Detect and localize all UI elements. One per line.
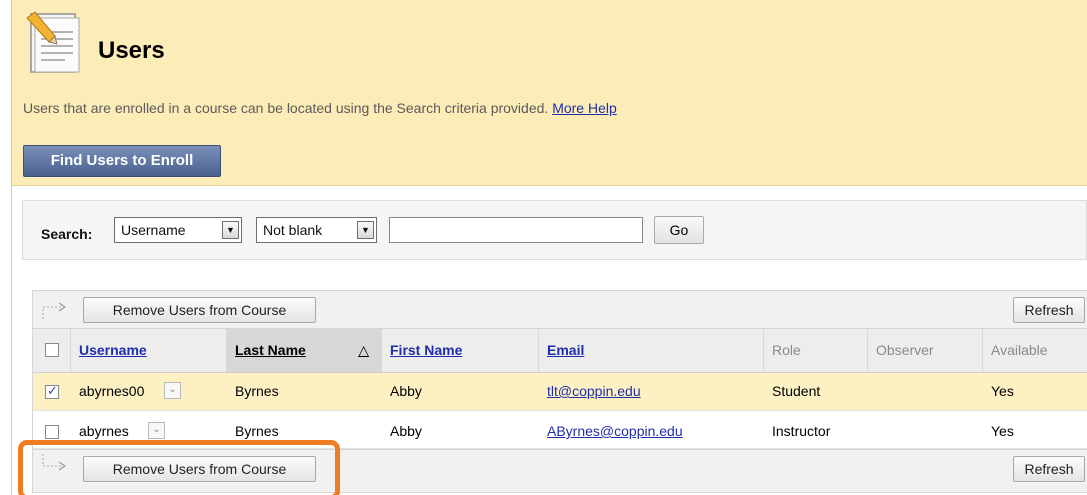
refresh-button-bottom[interactable]: Refresh — [1013, 456, 1085, 482]
column-header-role: Role — [764, 329, 868, 372]
table-row: abyrnes00 ⌄ Byrnes Abby tlt@coppin.edu S… — [33, 373, 1087, 411]
chevron-down-icon[interactable]: ⌄ — [148, 422, 165, 439]
go-button[interactable]: Go — [654, 216, 704, 244]
highlight-outline — [18, 440, 340, 495]
email-link[interactable]: tlt@coppin.edu — [547, 383, 641, 399]
search-panel: Search: Username ▼ Not blank ▼ Go — [22, 200, 1087, 260]
find-users-to-enroll-button[interactable]: Find Users to Enroll — [23, 145, 221, 177]
search-label: Search: — [41, 226, 93, 242]
refresh-button-top[interactable]: Refresh — [1013, 297, 1085, 323]
remove-users-button-top[interactable]: Remove Users from Course — [83, 297, 316, 323]
column-header-first-name[interactable]: First Name — [382, 329, 539, 372]
last-name-cell: Byrnes — [235, 383, 279, 399]
column-header-last-name[interactable]: Last Name △ — [227, 329, 382, 372]
column-header-email[interactable]: Email — [539, 329, 764, 372]
table-header: Username Last Name △ First Name Email Rol… — [33, 329, 1087, 373]
select-all-header — [33, 329, 71, 372]
username-cell: abyrnes00 — [79, 383, 145, 399]
email-cell: tlt@coppin.edu — [547, 373, 641, 409]
email-cell: AByrnes@coppin.edu — [547, 413, 683, 448]
chevron-down-icon[interactable]: ⌄ — [164, 382, 181, 399]
sort-ascending-icon: △ — [358, 342, 369, 358]
search-operator-value: Not blank — [263, 222, 323, 238]
role-cell: Instructor — [772, 423, 831, 439]
search-field-value: Username — [121, 222, 186, 238]
select-all-checkbox[interactable] — [45, 343, 59, 357]
search-field-select[interactable]: Username ▼ — [114, 217, 242, 243]
dropdown-arrow-icon: ▼ — [222, 221, 239, 239]
column-header-available: Available — [991, 342, 1048, 358]
more-help-link[interactable]: More Help — [552, 100, 617, 116]
top-action-bar: Remove Users from Course Refresh — [33, 291, 1087, 329]
users-page: Users Users that are enrolled in a cours… — [11, 0, 1087, 495]
search-input[interactable] — [389, 217, 643, 243]
available-cell: Yes — [991, 383, 1014, 399]
available-cell: Yes — [991, 423, 1014, 439]
email-link[interactable]: AByrnes@coppin.edu — [547, 423, 683, 439]
dropdown-arrow-icon: ▼ — [357, 221, 374, 239]
row-checkbox[interactable] — [45, 383, 59, 399]
search-operator-select[interactable]: Not blank ▼ — [256, 217, 377, 243]
column-header-username[interactable]: Username — [71, 329, 227, 372]
column-header-observer: Observer — [868, 329, 983, 372]
page-description: Users that are enrolled in a course can … — [23, 100, 617, 116]
row-checkbox[interactable] — [45, 425, 59, 439]
users-page-icon — [26, 11, 80, 73]
tree-connector-icon — [42, 302, 67, 319]
page-header: Users Users that are enrolled in a cours… — [12, 0, 1087, 186]
first-name-cell: Abby — [390, 383, 422, 399]
page-title: Users — [98, 37, 165, 64]
role-cell: Student — [772, 383, 821, 399]
description-text: Users that are enrolled in a course can … — [23, 100, 549, 116]
first-name-cell: Abby — [390, 423, 422, 439]
